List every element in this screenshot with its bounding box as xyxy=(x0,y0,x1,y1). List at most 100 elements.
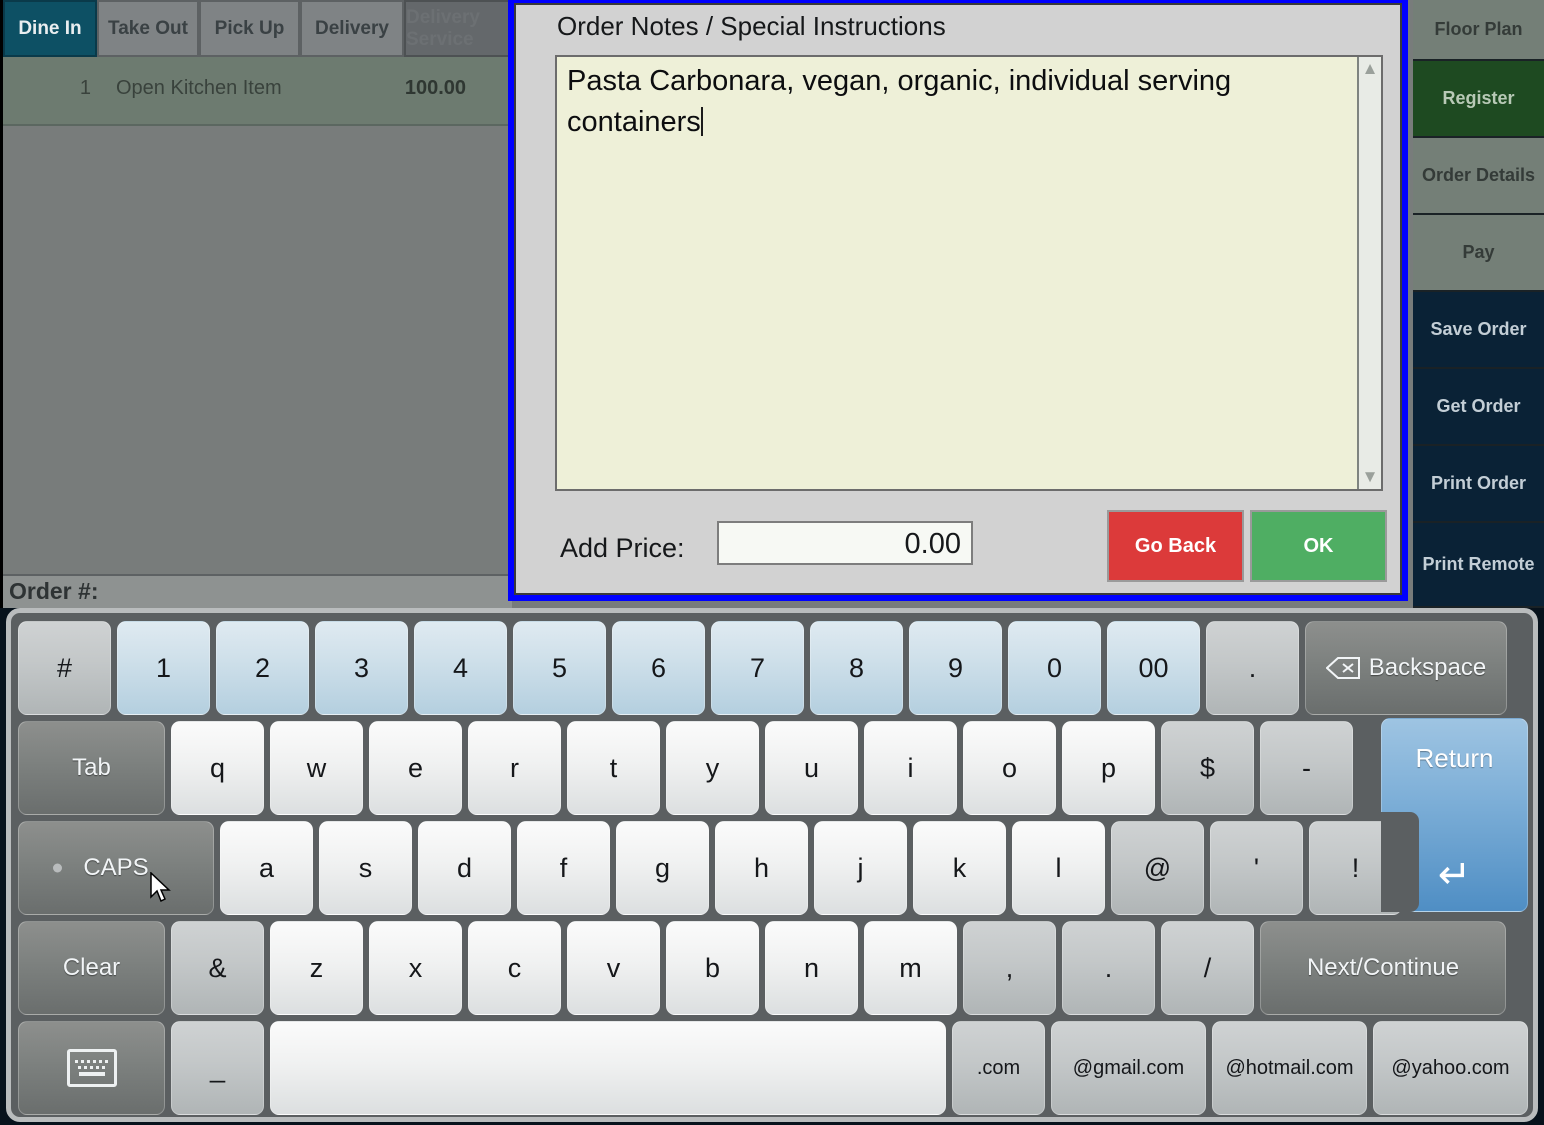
key-n[interactable]: n xyxy=(765,921,858,1015)
add-price-input[interactable]: 0.00 xyxy=(717,521,973,565)
key-9[interactable]: 9 xyxy=(909,621,1002,715)
key-z[interactable]: z xyxy=(270,921,363,1015)
ok-button[interactable]: OK xyxy=(1250,510,1387,582)
key-r[interactable]: r xyxy=(468,721,561,815)
key-c[interactable]: c xyxy=(468,921,561,1015)
tab-delivery[interactable]: Delivery xyxy=(300,0,404,57)
key-j[interactable]: j xyxy=(814,821,907,915)
key-6[interactable]: 6 xyxy=(612,621,705,715)
key-b[interactable]: b xyxy=(666,921,759,1015)
key-label: Return xyxy=(1415,743,1494,773)
key-u[interactable]: u xyxy=(765,721,858,815)
key-gmail[interactable]: @gmail.com xyxy=(1051,1021,1206,1115)
tab-take-out[interactable]: Take Out xyxy=(97,0,199,57)
key-label: m xyxy=(899,952,922,983)
key-t[interactable]: t xyxy=(567,721,660,815)
sidebar-item-floor-plan[interactable]: Floor Plan xyxy=(1413,0,1544,61)
key-label: ! xyxy=(1351,852,1360,883)
scroll-up-icon[interactable]: ▲ xyxy=(1359,59,1381,79)
order-line-item[interactable]: 1 Open Kitchen Item 100.00 xyxy=(3,57,512,126)
key-f[interactable]: f xyxy=(517,821,610,915)
notes-scrollbar[interactable]: ▲ ▼ xyxy=(1357,57,1381,489)
key-at[interactable]: @ xyxy=(1111,821,1204,915)
key-y[interactable]: y xyxy=(666,721,759,815)
sidebar-item-get-order[interactable]: Get Order xyxy=(1413,369,1544,446)
return-key-notch xyxy=(1381,812,1419,912)
key-label: @hotmail.com xyxy=(1225,1056,1354,1079)
key-label: j xyxy=(857,852,864,883)
key-v[interactable]: v xyxy=(567,921,660,1015)
tab-delivery-service: Delivery Service xyxy=(404,0,512,57)
key-dot-com[interactable]: .com xyxy=(952,1021,1045,1115)
key-3[interactable]: 3 xyxy=(315,621,408,715)
sidebar-item-order-details[interactable]: Order Details xyxy=(1413,138,1544,215)
key-label: y xyxy=(705,752,720,783)
sidebar-item-print-order[interactable]: Print Order xyxy=(1413,446,1544,523)
key-label: t xyxy=(609,752,618,783)
key-backspace[interactable]: Backspace xyxy=(1305,621,1507,715)
key-0[interactable]: 0 xyxy=(1008,621,1101,715)
key-8[interactable]: 8 xyxy=(810,621,903,715)
key-ampersand[interactable]: & xyxy=(171,921,264,1015)
key-label: $ xyxy=(1199,752,1216,783)
key-tab[interactable]: Tab xyxy=(18,721,165,815)
key-x[interactable]: x xyxy=(369,921,462,1015)
key-1[interactable]: 1 xyxy=(117,621,210,715)
key-p[interactable]: p xyxy=(1062,721,1155,815)
key-w[interactable]: w xyxy=(270,721,363,815)
key-i[interactable]: i xyxy=(864,721,957,815)
key-dot[interactable]: . xyxy=(1062,921,1155,1015)
key-comma[interactable]: , xyxy=(963,921,1056,1015)
key-q[interactable]: q xyxy=(171,721,264,815)
key-g[interactable]: g xyxy=(616,821,709,915)
dialog-body: Order Notes / Special Instructions Pasta… xyxy=(514,3,1402,595)
key-k[interactable]: k xyxy=(913,821,1006,915)
key-s[interactable]: s xyxy=(319,821,412,915)
key-h[interactable]: h xyxy=(715,821,808,915)
key-2[interactable]: 2 xyxy=(216,621,309,715)
key-caps[interactable]: CAPS xyxy=(18,821,214,915)
key-label: x xyxy=(408,952,423,983)
key-dollar[interactable]: $ xyxy=(1161,721,1254,815)
tab-dine-in[interactable]: Dine In xyxy=(3,0,97,57)
key-next-continue[interactable]: Next/Continue xyxy=(1260,921,1506,1015)
sidebar-item-pay[interactable]: Pay xyxy=(1413,215,1544,292)
sidebar-item-save-order[interactable]: Save Order xyxy=(1413,292,1544,369)
key-label: w xyxy=(306,752,327,783)
key-apostrophe[interactable]: ' xyxy=(1210,821,1303,915)
key-slash[interactable]: / xyxy=(1161,921,1254,1015)
key-hash[interactable]: # xyxy=(18,621,111,715)
key-hide-keyboard[interactable] xyxy=(18,1021,165,1115)
key-period[interactable]: . xyxy=(1206,621,1299,715)
key-label: r xyxy=(510,752,519,783)
key-label: Tab xyxy=(72,754,111,781)
order-notes-textarea[interactable]: Pasta Carbonara, vegan, organic, individ… xyxy=(555,55,1383,491)
key-m[interactable]: m xyxy=(864,921,957,1015)
key-hyphen[interactable]: - xyxy=(1260,721,1353,815)
key-o[interactable]: o xyxy=(963,721,1056,815)
key-e[interactable]: e xyxy=(369,721,462,815)
key-l[interactable]: l xyxy=(1012,821,1105,915)
key-5[interactable]: 5 xyxy=(513,621,606,715)
key-label: p xyxy=(1100,752,1117,783)
key-label: @yahoo.com xyxy=(1391,1056,1510,1079)
key-4[interactable]: 4 xyxy=(414,621,507,715)
key-label: i xyxy=(907,752,914,783)
key-hotmail[interactable]: @hotmail.com xyxy=(1212,1021,1367,1115)
go-back-label: Go Back xyxy=(1134,534,1217,557)
sidebar-item-register[interactable]: Register xyxy=(1413,61,1544,138)
key-underscore[interactable]: _ xyxy=(171,1021,264,1115)
key-space[interactable] xyxy=(270,1021,946,1115)
key-yahoo[interactable]: @yahoo.com xyxy=(1373,1021,1528,1115)
key-a[interactable]: a xyxy=(220,821,313,915)
sidebar-item-label: Floor Plan xyxy=(1434,19,1523,40)
key-7[interactable]: 7 xyxy=(711,621,804,715)
scroll-down-icon[interactable]: ▼ xyxy=(1359,467,1381,487)
tab-pick-up[interactable]: Pick Up xyxy=(199,0,300,57)
key-d[interactable]: d xyxy=(418,821,511,915)
sidebar-item-print-remote[interactable]: Print Remote xyxy=(1413,523,1544,608)
key-double-zero[interactable]: 00 xyxy=(1107,621,1200,715)
key-label: n xyxy=(803,952,820,983)
go-back-button[interactable]: Go Back xyxy=(1107,510,1244,582)
key-clear[interactable]: Clear xyxy=(18,921,165,1015)
